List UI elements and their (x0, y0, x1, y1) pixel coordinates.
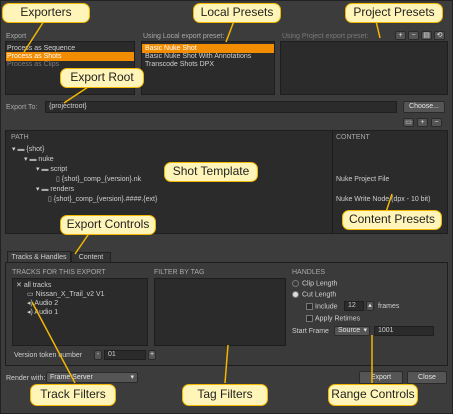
callout-shot-template: Shot Template (164, 162, 258, 182)
callout-export-controls: Export Controls (60, 215, 156, 235)
callout-range-controls: Range Controls (328, 384, 418, 406)
callout-local-presets: Local Presets (193, 3, 281, 23)
callout-track-filters: Track Filters (30, 384, 116, 406)
callout-arrows (23, 20, 393, 384)
callout-tag-filters: Tag Filters (182, 384, 268, 406)
callout-exporters: Exporters (2, 3, 90, 23)
callout-content-presets: Content Presets (342, 210, 442, 230)
callout-project-presets: Project Presets (345, 3, 443, 23)
callout-export-root: Export Root (60, 68, 144, 88)
